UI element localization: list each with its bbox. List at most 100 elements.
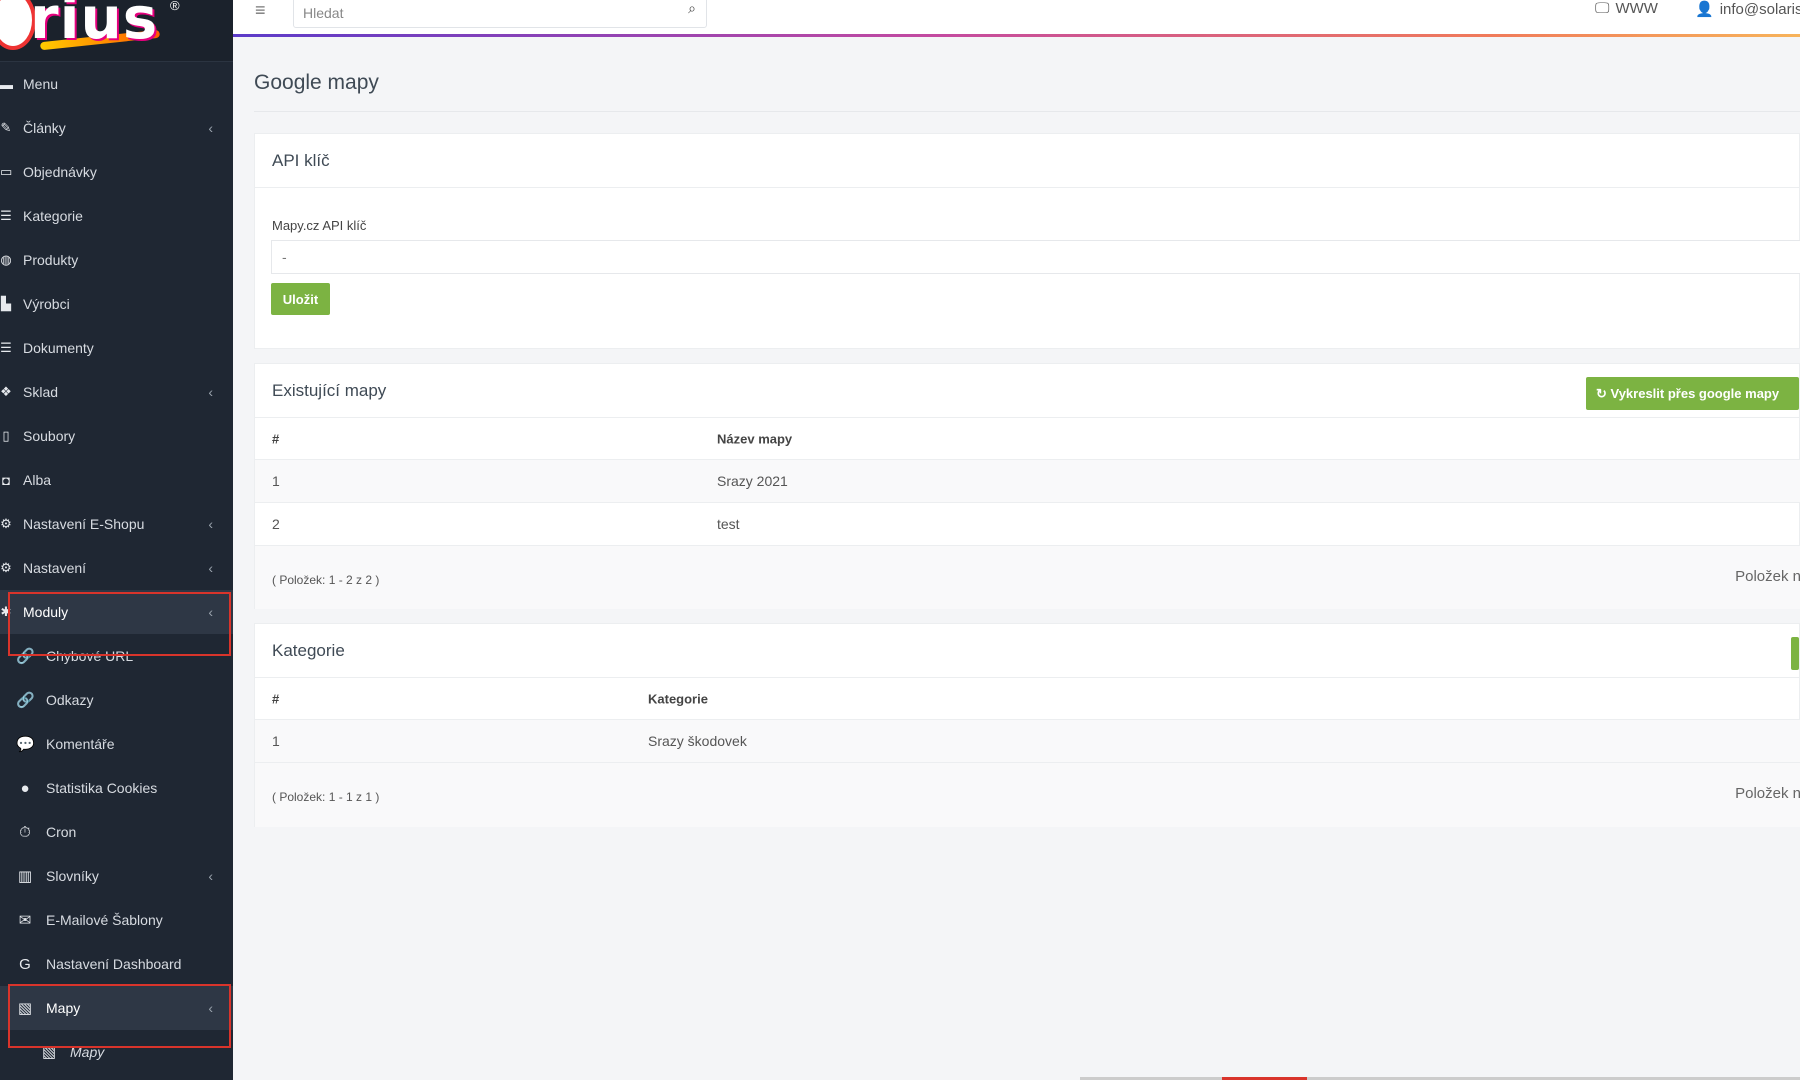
dropbox-icon: ❖ <box>0 384 12 399</box>
table-row[interactable]: 1 Srazy 2021 <box>255 460 1800 503</box>
envelope-icon: ✉ <box>18 912 32 929</box>
monitor-search-icon: 🖵 <box>1595 0 1610 17</box>
chevron-left-icon[interactable]: ‹ <box>208 604 213 620</box>
save-button[interactable]: Uložit <box>271 283 330 315</box>
sidebar-item-mapy[interactable]: ▧ Mapy ‹ <box>0 986 233 1030</box>
hamburger-icon[interactable]: ≡ <box>255 0 266 21</box>
list-icon: ☰ <box>0 208 12 223</box>
sidebar-item-label: Výrobci <box>23 296 70 312</box>
sidebar-nav: ▬ Menu ✎ Články ‹ ▭ Objednávky ☰ Kategorie ◍ Produ… <box>0 62 233 1074</box>
row-map-name[interactable]: test <box>717 516 740 532</box>
sidebar-item-komentare[interactable]: 💬 Komentáře <box>0 722 233 766</box>
topbar: ≡ ⌕ 🖵 WWW 👤 info@solaris <box>233 0 1800 34</box>
row-id: 1 <box>272 473 280 489</box>
sidebar-item-label: E-Mailové Šablony <box>46 912 163 928</box>
draw-google-maps-button[interactable]: ↻ Vykreslit přes google mapy <box>1586 377 1799 410</box>
sidebar-item-e-mailove-sablony[interactable]: ✉ E-Mailové Šablony <box>0 898 233 942</box>
sidebar-item-mapy-sub[interactable]: ▧ Mapy <box>0 1030 233 1074</box>
sidebar-item-nastaveni[interactable]: ⚙ Nastavení ‹ <box>0 546 233 590</box>
search-icon[interactable]: ⌕ <box>688 0 696 17</box>
stopwatch-icon: ⏱ <box>19 823 31 841</box>
sidebar-item-label: Nastavení <box>23 560 87 576</box>
map-icon: ▧ <box>17 1000 33 1017</box>
chevron-left-icon[interactable]: ‹ <box>208 1000 213 1016</box>
sidebar-item-soubory[interactable]: ▯ Soubory <box>0 414 233 458</box>
api-key-input[interactable] <box>271 240 1800 274</box>
user-icon: 👤 <box>1695 1 1714 18</box>
chevron-left-icon[interactable]: ‹ <box>208 120 213 136</box>
pencil-icon: ✎ <box>0 120 12 135</box>
sidebar-item-label: Nastavení E-Shopu <box>23 516 145 532</box>
row-id: 1 <box>272 733 280 749</box>
table-row[interactable]: 1 Srazy škodovek <box>255 720 1800 763</box>
sidebar-item-produkty[interactable]: ◍ Produkty <box>0 238 233 282</box>
title-divider <box>254 111 1800 112</box>
sidebar-item-sklad[interactable]: ❖ Sklad ‹ <box>0 370 233 414</box>
sidebar-item-moduly[interactable]: ✱ Moduly ‹ <box>0 590 233 634</box>
cart-icon: ▭ <box>0 164 13 179</box>
sidebar-item-objednavky[interactable]: ▭ Objednávky <box>0 150 233 194</box>
sidebar-item-label: Cron <box>46 824 77 840</box>
gear-icon: ⚙ <box>0 516 12 531</box>
search-input[interactable] <box>303 1 663 25</box>
topbar-gradient-line <box>233 34 1800 37</box>
comments-icon: 💬 <box>16 736 35 753</box>
chevron-left-icon[interactable]: ‹ <box>208 384 213 400</box>
column-header-name[interactable]: Název mapy <box>717 431 792 446</box>
chevron-left-icon[interactable]: ‹ <box>208 516 213 532</box>
sidebar-item-label: Alba <box>23 472 52 488</box>
refresh-icon: ↻ <box>1596 385 1611 401</box>
sidebar-item-label: Nastavení Dashboard <box>46 956 182 972</box>
user-menu[interactable]: 👤 info@solaris <box>1695 0 1800 18</box>
column-header-category[interactable]: Kategorie <box>648 691 708 706</box>
sidebar-item-label: Sklad <box>23 384 59 400</box>
sidebar-item-label: Statistika Cookies <box>46 780 158 796</box>
sidebar-item-clanky[interactable]: ✎ Články ‹ <box>0 106 233 150</box>
row-category-name[interactable]: Srazy škodovek <box>648 733 747 749</box>
sidebar-item-label: Komentáře <box>46 736 115 752</box>
sidebar-item-nastaveni-dashboard[interactable]: G Nastavení Dashboard <box>0 942 233 986</box>
sidebar-item-label: Menu <box>23 76 59 92</box>
add-category-button[interactable] <box>1791 637 1799 670</box>
sidebar-item-label: Kategorie <box>23 208 83 224</box>
sidebar-item-dokumenty[interactable]: ☰ Dokumenty <box>0 326 233 370</box>
gear-icon: ⚙ <box>0 560 12 575</box>
sidebar: rius ® ▬ Menu ✎ Články ‹ ▭ Objednávky ☰ Kategori… <box>0 0 233 1080</box>
sidebar-item-odkazy[interactable]: 🔗 Odkazy <box>0 678 233 722</box>
card-header: Existující mapy ↻ Vykreslit přes google … <box>255 364 1799 418</box>
table-row[interactable]: 2 test <box>255 503 1800 546</box>
www-link[interactable]: 🖵 WWW <box>1595 0 1658 17</box>
sidebar-item-nastaveni-e-shopu[interactable]: ⚙ Nastavení E-Shopu ‹ <box>0 502 233 546</box>
card-header: API klíč <box>255 134 1799 188</box>
sidebar-item-slovniky[interactable]: ▥ Slovníky ‹ <box>0 854 233 898</box>
page-title: Google mapy <box>254 71 379 94</box>
sidebar-item-chybove-url[interactable]: 🔗 Chybové URL <box>0 634 233 678</box>
card-title: Existující mapy <box>272 381 387 400</box>
map-icon: ▧ <box>41 1044 57 1061</box>
row-id: 2 <box>272 516 280 532</box>
sidebar-item-label: Mapy <box>70 1044 105 1060</box>
logo[interactable]: rius ® <box>0 0 233 62</box>
sidebar-item-menu[interactable]: ▬ Menu <box>0 62 233 106</box>
sidebar-item-statistika-cookies[interactable]: ● Statistika Cookies <box>0 766 233 810</box>
api-key-card: API klíč Mapy.cz API klíč Uložit <box>254 133 1800 349</box>
chevron-left-icon[interactable]: ‹ <box>208 868 213 884</box>
sidebar-item-label: Mapy <box>46 1000 81 1016</box>
industry-icon: ▙ <box>1 296 11 311</box>
items-per-page-label: Položek n <box>1735 785 1800 802</box>
sidebar-item-label: Produkty <box>23 252 79 268</box>
google-icon: G <box>19 955 31 973</box>
table-footer: ( Položek: 1 - 2 z 2 ) Položek n <box>255 546 1800 609</box>
sidebar-item-alba[interactable]: ◘ Alba <box>0 458 233 502</box>
chevron-left-icon[interactable]: ‹ <box>208 560 213 576</box>
api-key-label: Mapy.cz API klíč <box>272 218 367 233</box>
sidebar-item-cron[interactable]: ⏱ Cron <box>0 810 233 854</box>
table-footer: ( Položek: 1 - 1 z 1 ) Položek n <box>255 763 1800 827</box>
sidebar-item-vyrobci[interactable]: ▙ Výrobci <box>0 282 233 326</box>
cookie-icon: ● <box>20 779 30 797</box>
row-map-name[interactable]: Srazy 2021 <box>717 473 788 489</box>
sidebar-item-kategorie[interactable]: ☰ Kategorie <box>0 194 233 238</box>
books-icon: ▥ <box>17 868 33 885</box>
sidebar-item-label: Moduly <box>23 604 69 620</box>
card-title: API klíč <box>272 151 330 170</box>
